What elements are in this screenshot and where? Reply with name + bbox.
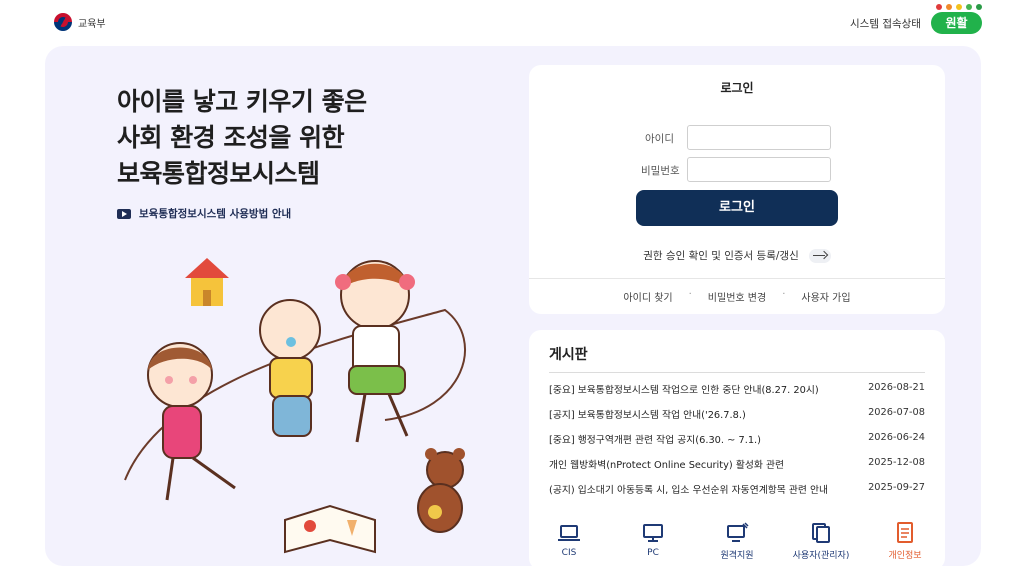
post-title[interactable]: 개인 웹방화벽(nProtect Online Security) 활성화 관련 [549,457,784,471]
password-input[interactable] [687,157,831,182]
teddy-bear-icon [417,448,465,533]
id-input[interactable] [687,125,831,150]
separator-dot: · [688,289,692,300]
system-status-label: 시스템 접속상태 [850,18,921,30]
remote-support-icon [727,522,749,542]
post-title[interactable]: [중요] 행정구역개편 관련 작업 공지(6.30. ~ 7.1.) [549,432,761,446]
status-dot-red [936,4,942,10]
main-panel: 아이를 낳고 키우기 좋은 사회 환경 조성을 위한 보육통합정보시스템 보육통… [45,46,981,566]
privacy-document-icon [897,522,913,543]
post-date: 2026-08-21 [868,382,925,393]
toy-house-icon [185,258,229,306]
children-playing-illustration [124,258,466,554]
post-title[interactable]: [공지] 보육통합정보시스템 작업 안내('26.7.8.) [549,407,746,421]
post-title[interactable]: (공지) 입소대기 아동등록 시, 입소 우선순위 자동연계항목 관련 안내 [549,482,828,496]
status-dots [936,4,982,10]
top-header: 교육부 시스템 접속상태 원활 [0,0,1024,46]
post-date: 2026-07-08 [868,407,925,418]
baby-middle-figure [259,299,321,437]
video-play-icon [117,208,131,219]
change-password-link[interactable]: 비밀번호 변경 [708,289,766,304]
taegeuk-icon [54,13,72,31]
girl-left-figure [147,342,236,501]
login-card: 로그인 아이디 비밀번호 로그인 권한 승인 확인 및 인증서 등록/갱신 아이… [529,65,945,314]
board-title: 게시판 [549,347,588,363]
laptop-icon [558,525,580,541]
quick-cis-button[interactable]: CIS [529,522,609,558]
list-item[interactable]: [중요] 보육통합정보시스템 작업으로 인한 중단 안내(8.27. 20시) … [549,382,925,396]
status-dot-orange [946,4,952,10]
quick-label: 원격지원 [720,551,754,561]
cert-register-label: 권한 승인 확인 및 인증서 등록/갱신 [643,250,799,262]
status-badge: 원활 [931,12,982,34]
post-date: 2025-12-08 [868,457,925,468]
quick-label: CIS [561,548,577,558]
password-label: 비밀번호 [641,165,680,177]
list-item[interactable]: [공지] 보육통합정보시스템 작업 안내('26.7.8.) 2026-07-0… [549,407,925,421]
quick-label: PC [647,548,659,558]
arrow-right-icon [808,248,831,263]
list-item[interactable]: [중요] 행정구역개편 관련 작업 공지(6.30. ~ 7.1.) 2026-… [549,432,925,446]
girl-right-figure [335,260,415,443]
separator-dot: · [782,289,786,300]
cert-register-link[interactable]: 권한 승인 확인 및 인증서 등록/갱신 [529,248,945,263]
hero-line-1: 아이를 낳고 키우기 좋은 [117,87,367,116]
login-divider [529,278,945,279]
status-dot-darkgreen [976,4,982,10]
quick-menu: CIS PC 원격지원 사용자(관리자) 개인정보 [529,522,945,562]
quick-label: 사용자(관리자) [792,551,850,561]
login-title: 로그인 [720,81,754,95]
quick-remote-button[interactable]: 원격지원 [697,522,777,561]
list-item[interactable]: (공지) 입소대기 아동등록 시, 입소 우선순위 자동연계항목 관련 안내 2… [549,482,925,496]
list-item[interactable]: 개인 웹방화벽(nProtect Online Security) 활성화 관련… [549,457,925,471]
id-label: 아이디 [645,133,674,145]
post-date: 2026-06-24 [868,432,925,443]
hero-line-3: 보육통합정보시스템 [117,159,320,188]
quick-pc-button[interactable]: PC [613,522,693,558]
org-name: 교육부 [78,18,106,30]
quick-label: 개인정보 [888,551,922,561]
login-submit-button[interactable]: 로그인 [636,190,838,226]
howto-link[interactable]: 보육통합정보시스템 사용방법 안내 [117,206,291,221]
ministry-logo[interactable]: 교육부 [54,13,106,31]
open-book-icon [284,504,376,554]
hero-line-2: 사회 환경 조성을 위한 [117,123,345,152]
quick-privacy-button[interactable]: 개인정보 [865,522,945,561]
documents-icon [812,523,830,543]
quick-user-admin-button[interactable]: 사용자(관리자) [781,522,861,561]
find-id-link[interactable]: 아이디 찾기 [623,289,672,304]
monitor-icon [643,524,663,542]
status-dot-yellow [956,4,962,10]
howto-label: 보육통합정보시스템 사용방법 안내 [139,208,292,220]
hero-headline: 아이를 낳고 키우기 좋은 사회 환경 조성을 위한 보육통합정보시스템 [117,84,367,192]
account-links: 아이디 찾기 · 비밀번호 변경 · 사용자 가입 [529,289,945,304]
post-date: 2025-09-27 [868,482,925,493]
status-dot-green [966,4,972,10]
board-divider [549,372,925,373]
signup-link[interactable]: 사용자 가입 [801,289,850,304]
post-title[interactable]: [중요] 보육통합정보시스템 작업으로 인한 중단 안내(8.27. 20시) [549,382,819,396]
